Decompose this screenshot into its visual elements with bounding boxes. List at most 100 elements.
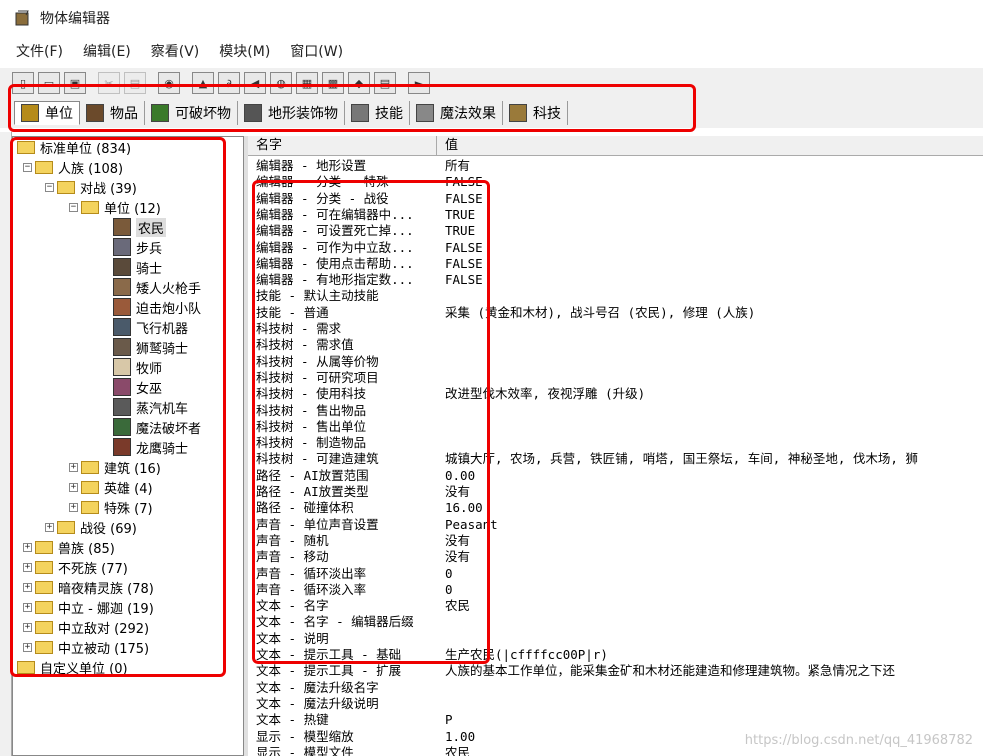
table-row[interactable]: 科技树 - 需求	[248, 321, 445, 337]
table-row[interactable]: 科技树 - 需求值	[248, 337, 445, 353]
expand-icon[interactable]: +	[23, 642, 32, 652]
expand-icon[interactable]: +	[69, 462, 78, 472]
field-value[interactable]: 城镇大厅, 农场, 兵营, 铁匠铺, 哨塔, 国王祭坛, 车间, 神秘圣地, 伐…	[437, 451, 918, 467]
tree-node-standard-units[interactable]: 标准单位 (834)	[17, 137, 131, 157]
field-value[interactable]: P	[437, 712, 453, 728]
expand-icon[interactable]: +	[23, 542, 32, 552]
tree-node-buildings[interactable]: + 建筑 (16)	[69, 457, 161, 477]
new-file-icon[interactable]: ▯	[12, 72, 34, 94]
expand-icon[interactable]: +	[45, 522, 54, 532]
field-value[interactable]	[437, 631, 445, 647]
table-row[interactable]: 科技树 - 使用科技 改进型伐木效率, 夜视浮雕 (升级)	[248, 386, 645, 402]
field-value[interactable]	[437, 435, 445, 451]
table-row[interactable]: 声音 - 循环淡出率 0	[248, 566, 453, 582]
field-value[interactable]	[437, 696, 445, 712]
field-value[interactable]: FALSE	[437, 256, 483, 272]
tree-node-units[interactable]: − 单位 (12)	[69, 197, 161, 217]
field-value[interactable]: 没有	[437, 484, 470, 500]
tree-node-neutral-passive[interactable]: + 中立被动 (175)	[23, 637, 149, 657]
expand-icon[interactable]: +	[23, 582, 32, 592]
field-value[interactable]	[437, 370, 445, 386]
object-editor-icon[interactable]: ◍	[270, 72, 292, 94]
sound-icon[interactable]: ◀	[244, 72, 266, 94]
tree-unit-footman[interactable]: 步兵	[113, 237, 162, 257]
menu-view[interactable]: 察看(V)	[145, 41, 206, 61]
tree-node-melee[interactable]: − 对战 (39)	[45, 177, 137, 197]
field-value[interactable]	[437, 337, 445, 353]
field-value[interactable]: FALSE	[437, 240, 483, 256]
table-row[interactable]: 科技树 - 可建造建筑 城镇大厅, 农场, 兵营, 铁匠铺, 哨塔, 国王祭坛, …	[248, 451, 918, 467]
table-row[interactable]: 路径 - AI放置类型 没有	[248, 484, 470, 500]
field-value[interactable]: 16.00	[437, 500, 483, 516]
tab-units[interactable]: 单位	[14, 101, 80, 125]
table-row[interactable]: 文本 - 说明	[248, 631, 445, 647]
document-icon[interactable]: ▤	[374, 72, 396, 94]
menu-file[interactable]: 文件(F)	[10, 41, 69, 61]
field-value[interactable]	[437, 614, 445, 630]
object-tree[interactable]: 标准单位 (834) − 人族 (108) − 对战 (39) − 单位 (12…	[12, 136, 244, 756]
expand-icon[interactable]: +	[23, 562, 32, 572]
import-icon[interactable]: ◆	[348, 72, 370, 94]
open-folder-icon[interactable]: ▭	[38, 72, 60, 94]
field-value[interactable]	[437, 403, 445, 419]
table-row[interactable]: 声音 - 移动 没有	[248, 549, 470, 565]
table-row[interactable]: 编辑器 - 可作为中立敌... FALSE	[248, 240, 483, 256]
table-row[interactable]: 科技树 - 可研究项目	[248, 370, 445, 386]
property-grid[interactable]: 名字 值 编辑器 - 地形设置 所有 编辑器 - 分类 - 特殊 FALSE 编辑器 -…	[248, 136, 983, 756]
field-value[interactable]	[437, 419, 445, 435]
tab-upgrades[interactable]: 科技	[503, 101, 568, 125]
table-row[interactable]: 科技树 - 售出单位	[248, 419, 445, 435]
tree-unit-rifleman[interactable]: 矮人火枪手	[113, 277, 201, 297]
tree-unit-gryphon-rider[interactable]: 狮鹫骑士	[113, 337, 188, 357]
table-row[interactable]: 声音 - 随机 没有	[248, 533, 470, 549]
menu-edit[interactable]: 编辑(E)	[77, 41, 137, 61]
collapse-icon[interactable]: −	[45, 182, 54, 192]
tree-unit-flying-machine[interactable]: 飞行机器	[113, 317, 188, 337]
tree-node-neutral-naga[interactable]: + 中立 - 娜迦 (19)	[23, 597, 154, 617]
tree-unit-sorceress[interactable]: 女巫	[113, 377, 162, 397]
field-value[interactable]: 所有	[437, 158, 470, 174]
terrain-icon[interactable]: ▲	[192, 72, 214, 94]
unit-editor-icon[interactable]: ◉	[158, 72, 180, 94]
table-row[interactable]: 文本 - 热键 P	[248, 712, 453, 728]
field-value[interactable]: FALSE	[437, 174, 483, 190]
table-row[interactable]: 编辑器 - 分类 - 战役 FALSE	[248, 191, 483, 207]
table-row[interactable]: 编辑器 - 使用点击帮助... FALSE	[248, 256, 483, 272]
table-row[interactable]: 科技树 - 售出物品	[248, 403, 445, 419]
table-row[interactable]: 声音 - 循环淡入率 0	[248, 582, 453, 598]
field-value[interactable]: 0	[437, 582, 453, 598]
table-row[interactable]: 编辑器 - 有地形指定数... FALSE	[248, 272, 483, 288]
trigger-icon[interactable]: ∂	[218, 72, 240, 94]
table-row[interactable]: 路径 - 碰撞体积 16.00	[248, 500, 483, 516]
tree-unit-dragonhawk-rider[interactable]: 龙鹰骑士	[113, 437, 188, 457]
expand-icon[interactable]: +	[69, 502, 78, 512]
tree-unit-peasant[interactable]: 农民	[113, 217, 167, 237]
expand-icon[interactable]: +	[69, 482, 78, 492]
field-value[interactable]: 生产农民(|cffffcc00P|r)	[437, 647, 608, 663]
table-row[interactable]: 编辑器 - 可在编辑器中... TRUE	[248, 207, 475, 223]
collapse-icon[interactable]: −	[69, 202, 78, 212]
field-value[interactable]: 0	[437, 566, 453, 582]
field-value[interactable]: 改进型伐木效率, 夜视浮雕 (升级)	[437, 386, 645, 402]
tree-unit-mortar-team[interactable]: 迫击炮小队	[113, 297, 201, 317]
table-row[interactable]: 文本 - 魔法升级名字	[248, 680, 445, 696]
tree-node-human[interactable]: − 人族 (108)	[23, 157, 123, 177]
field-value[interactable]: 没有	[437, 533, 470, 549]
tree-node-special[interactable]: + 特殊 (7)	[69, 497, 153, 517]
field-value[interactable]: 农民	[437, 598, 470, 614]
table-row[interactable]: 科技树 - 从属等价物	[248, 354, 445, 370]
ai-editor-icon[interactable]: ▩	[322, 72, 344, 94]
table-row[interactable]: 声音 - 单位声音设置 Peasant	[248, 517, 498, 533]
tree-node-night-elf[interactable]: + 暗夜精灵族 (78)	[23, 577, 154, 597]
field-value[interactable]: Peasant	[437, 517, 498, 533]
tab-abilities[interactable]: 技能	[345, 101, 410, 125]
field-value[interactable]: 没有	[437, 549, 470, 565]
tree-unit-siege-engine[interactable]: 蒸汽机车	[113, 397, 188, 417]
expand-icon[interactable]: +	[23, 602, 32, 612]
tree-node-neutral-hostile[interactable]: + 中立敌对 (292)	[23, 617, 149, 637]
paste-icon[interactable]: ▤	[124, 72, 146, 94]
table-row[interactable]: 文本 - 提示工具 - 基础 生产农民(|cffffcc00P|r)	[248, 647, 608, 663]
tree-unit-priest[interactable]: 牧师	[113, 357, 162, 377]
table-row[interactable]: 显示 - 模型文件 农民	[248, 745, 470, 756]
field-value[interactable]	[437, 321, 445, 337]
